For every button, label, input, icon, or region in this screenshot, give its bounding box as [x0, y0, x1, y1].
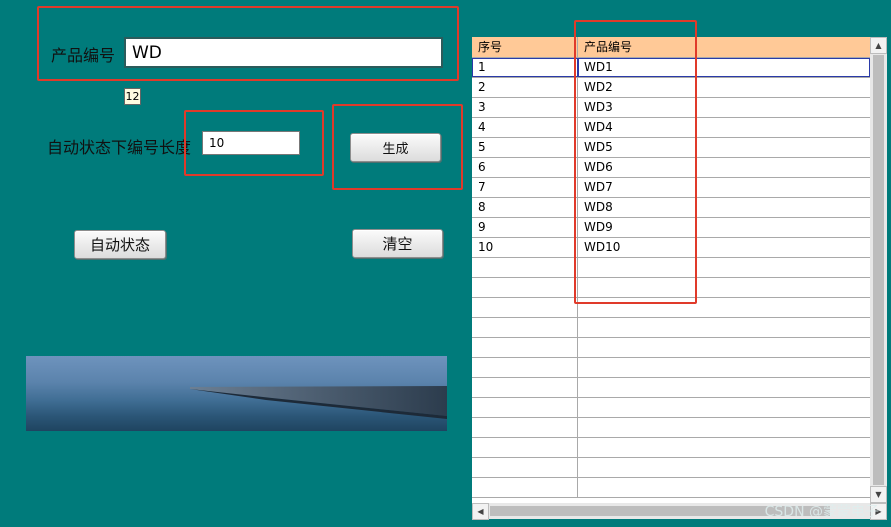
cell-empty[interactable]: [578, 258, 870, 277]
cell-empty[interactable]: [472, 258, 578, 277]
table-row[interactable]: 9 WD9: [472, 218, 870, 238]
cell-product-code[interactable]: WD4: [578, 118, 870, 137]
length-counter: 12: [124, 88, 141, 105]
scroll-thumb[interactable]: [873, 55, 884, 485]
cell-empty[interactable]: [578, 298, 870, 317]
scroll-up-icon[interactable]: ▲: [870, 37, 887, 54]
auto-length-label: 自动状态下编号长度: [47, 138, 192, 157]
cell-empty[interactable]: [578, 438, 870, 457]
table-row[interactable]: 1 WD1: [472, 58, 870, 78]
table-row-empty[interactable]: [472, 298, 870, 318]
cell-empty[interactable]: [578, 338, 870, 357]
table-row-empty[interactable]: [472, 358, 870, 378]
cell-index[interactable]: 8: [472, 198, 578, 217]
cell-empty[interactable]: [472, 438, 578, 457]
cell-index[interactable]: 3: [472, 98, 578, 117]
generate-button[interactable]: 生成: [350, 133, 441, 162]
cell-product-code[interactable]: WD1: [578, 58, 870, 77]
table-row[interactable]: 5 WD5: [472, 138, 870, 158]
cell-product-code[interactable]: WD3: [578, 98, 870, 117]
cell-product-code[interactable]: WD5: [578, 138, 870, 157]
product-code-label: 产品编号: [51, 46, 116, 65]
watermark: CSDN @蒙蒙电子: [764, 504, 879, 520]
product-code-input[interactable]: WD: [124, 37, 443, 68]
cell-product-code[interactable]: WD10: [578, 238, 870, 257]
cell-index[interactable]: 9: [472, 218, 578, 237]
table-row-empty[interactable]: [472, 398, 870, 418]
cell-index[interactable]: 5: [472, 138, 578, 157]
table-row[interactable]: 10 WD10: [472, 238, 870, 258]
cell-empty[interactable]: [578, 478, 870, 497]
cell-empty[interactable]: [472, 478, 578, 497]
table-row-empty[interactable]: [472, 318, 870, 338]
scroll-left-icon[interactable]: ◀: [472, 503, 489, 520]
cell-empty[interactable]: [472, 398, 578, 417]
pier-photo: [26, 356, 447, 431]
cell-empty[interactable]: [578, 278, 870, 297]
cell-product-code[interactable]: WD6: [578, 158, 870, 177]
cell-empty[interactable]: [472, 318, 578, 337]
table-row-empty[interactable]: [472, 278, 870, 298]
vertical-scrollbar[interactable]: ▲ ▼: [870, 37, 887, 503]
cell-empty[interactable]: [472, 338, 578, 357]
cell-index[interactable]: 1: [472, 58, 578, 77]
table-row[interactable]: 2 WD2: [472, 78, 870, 98]
cell-product-code[interactable]: WD9: [578, 218, 870, 237]
cell-index[interactable]: 6: [472, 158, 578, 177]
cell-empty[interactable]: [578, 378, 870, 397]
cell-empty[interactable]: [472, 298, 578, 317]
cell-empty[interactable]: [578, 318, 870, 337]
cell-product-code[interactable]: WD2: [578, 78, 870, 97]
product-table[interactable]: 序号 产品编号 1 WD1 2 WD2 3 WD3 4 WD4 5 WD5 6 WD6 7 WD7 8 WD8…: [472, 37, 870, 503]
cell-empty[interactable]: [472, 458, 578, 477]
table-row-empty[interactable]: [472, 478, 870, 498]
cell-index[interactable]: 4: [472, 118, 578, 137]
cell-empty[interactable]: [578, 358, 870, 377]
cell-index[interactable]: 7: [472, 178, 578, 197]
table-row-empty[interactable]: [472, 258, 870, 278]
cell-index[interactable]: 10: [472, 238, 578, 257]
cell-product-code[interactable]: WD8: [578, 198, 870, 217]
table-row-empty[interactable]: [472, 418, 870, 438]
auto-state-button[interactable]: 自动状态: [74, 230, 166, 259]
auto-length-input[interactable]: 10: [202, 131, 300, 155]
table-row-empty[interactable]: [472, 458, 870, 478]
cell-empty[interactable]: [472, 358, 578, 377]
table-row[interactable]: 7 WD7: [472, 178, 870, 198]
table-row[interactable]: 3 WD3: [472, 98, 870, 118]
cell-empty[interactable]: [472, 278, 578, 297]
header-index: 序号: [472, 37, 578, 57]
cell-index[interactable]: 2: [472, 78, 578, 97]
cell-empty[interactable]: [578, 458, 870, 477]
cell-empty[interactable]: [472, 418, 578, 437]
table-header: 序号 产品编号: [472, 37, 870, 58]
table-row-empty[interactable]: [472, 438, 870, 458]
header-product-code: 产品编号: [584, 40, 633, 54]
cell-empty[interactable]: [472, 378, 578, 397]
clear-button[interactable]: 清空: [352, 229, 443, 258]
table-row[interactable]: 4 WD4: [472, 118, 870, 138]
table-row[interactable]: 6 WD6: [472, 158, 870, 178]
table-row-empty[interactable]: [472, 338, 870, 358]
cell-empty[interactable]: [578, 418, 870, 437]
cell-product-code[interactable]: WD7: [578, 178, 870, 197]
cell-empty[interactable]: [578, 398, 870, 417]
table-row[interactable]: 8 WD8: [472, 198, 870, 218]
table-row-empty[interactable]: [472, 378, 870, 398]
